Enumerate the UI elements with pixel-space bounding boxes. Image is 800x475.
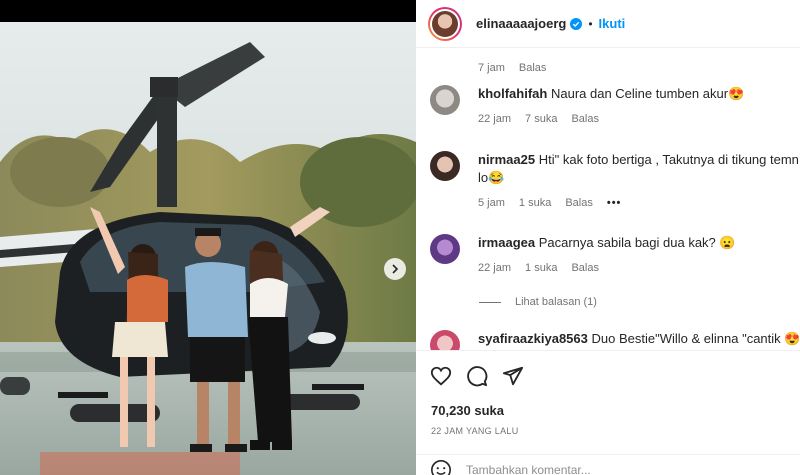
author-username[interactable]: elinaaaaajoerg — [476, 16, 566, 31]
more-options-icon[interactable]: ••• — [607, 197, 622, 209]
comment-emoji: 😍 — [728, 86, 745, 101]
post-header: elinaaaaajoerg • Ikuti — [416, 0, 800, 48]
reply-button[interactable]: Balas — [571, 262, 599, 274]
post-photo-illustration — [0, 22, 416, 475]
paper-plane-icon[interactable] — [502, 365, 524, 387]
comment-time: 22 jam — [478, 113, 512, 125]
comment-time: 22 jam — [478, 262, 512, 274]
reply-button[interactable]: Balas — [519, 62, 547, 74]
comment-bubble-icon[interactable] — [466, 365, 488, 387]
add-comment-bar — [416, 454, 800, 475]
comment-text: Pacarnya sabila bagi dua kak? — [538, 235, 716, 250]
next-photo-button[interactable] — [384, 258, 406, 280]
chevron-right-icon — [392, 264, 399, 274]
comment-emoji: 😂 — [488, 170, 505, 185]
post-photo[interactable] — [0, 22, 416, 475]
reply-button[interactable]: Balas — [565, 197, 593, 209]
comment-emoji: 😦 — [719, 235, 736, 250]
comment-text-line2: lo — [478, 170, 489, 185]
verified-badge-icon — [570, 17, 583, 30]
comment-text: Naura dan Celine tumben akur — [550, 86, 729, 101]
reply-button[interactable]: Balas — [571, 113, 599, 125]
comment-text: Duo Bestie"Willo & elinna "cantik — [591, 331, 781, 346]
likes-count[interactable]: 70,230 suka — [431, 403, 504, 418]
comment-likes[interactable]: 7 suka — [525, 113, 557, 125]
view-replies-line — [479, 301, 501, 303]
comments-list[interactable]: 7 jam Balas kholfahifah Naura dan Celine… — [416, 48, 800, 350]
follow-button[interactable]: Ikuti — [599, 16, 626, 31]
commenter-avatar[interactable] — [430, 151, 460, 181]
heart-icon[interactable] — [430, 365, 452, 387]
commenter-username[interactable]: kholfahifah — [478, 86, 547, 101]
header-separator: • — [588, 16, 593, 31]
comment-emoji: 😍😍 — [784, 331, 800, 346]
post-timestamp: 22 JAM YANG LALU — [431, 426, 519, 436]
commenter-avatar[interactable] — [430, 330, 460, 350]
commenter-username[interactable]: irmaagea — [478, 235, 535, 250]
comment-likes[interactable]: 1 suka — [519, 197, 551, 209]
comment-time: 7 jam — [478, 62, 505, 74]
commenter-avatar[interactable] — [430, 85, 460, 115]
post-actions: 70,230 suka 22 JAM YANG LALU — [416, 350, 800, 475]
view-replies-label: Lihat balasan (1) — [515, 296, 597, 308]
post-side-panel: elinaaaaajoerg • Ikuti 7 jam Balas kholf… — [416, 0, 800, 475]
view-replies-button[interactable]: Lihat balasan (1) — [479, 296, 597, 308]
author-avatar[interactable] — [428, 6, 462, 41]
comment-text: Hti" kak foto bertiga , Takutnya di tiku… — [538, 152, 800, 167]
commenter-username[interactable]: syafiraazkiya8563 — [478, 331, 588, 346]
emoji-smile-icon[interactable] — [430, 459, 452, 475]
comment-time: 5 jam — [478, 197, 505, 209]
action-icons — [430, 365, 524, 387]
photo-top-bar — [0, 0, 416, 22]
comment-likes[interactable]: 1 suka — [525, 262, 557, 274]
commenter-avatar[interactable] — [430, 234, 460, 264]
comment-input[interactable] — [466, 462, 766, 475]
commenter-username[interactable]: nirmaa25 — [478, 152, 535, 167]
